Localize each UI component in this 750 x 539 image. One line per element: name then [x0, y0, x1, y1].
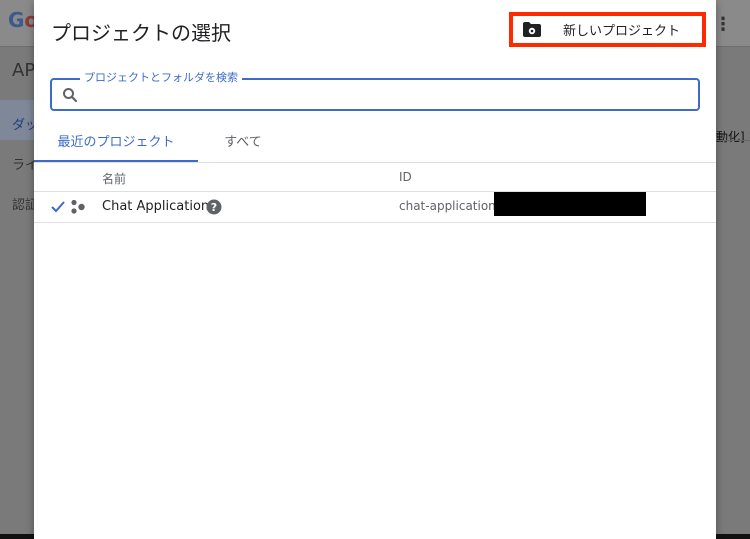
new-project-button[interactable]: 新しいプロジェクト	[509, 12, 706, 47]
background-page-title: AP	[12, 60, 36, 81]
search-icon	[62, 87, 78, 103]
project-id: chat-application-	[399, 199, 501, 213]
new-project-label: 新しいプロジェクト	[563, 24, 681, 39]
table-row[interactable]: Chat Application ? chat-application-	[34, 192, 716, 223]
svg-text:?: ?	[211, 201, 217, 214]
project-icon	[70, 199, 86, 219]
tab-all[interactable]: すべて	[210, 124, 276, 162]
tab-bar: 最近のプロジェクト すべて	[34, 124, 716, 163]
help-icon[interactable]: ?	[206, 199, 222, 219]
tab-recent-projects[interactable]: 最近のプロジェクト	[34, 124, 198, 162]
background-divider	[716, 140, 750, 141]
search-input[interactable]	[86, 84, 690, 108]
column-header-id: ID	[399, 170, 412, 184]
check-icon	[50, 199, 66, 218]
dialog-title: プロジェクトの選択	[51, 21, 231, 45]
table-header: 名前 ID	[34, 163, 716, 192]
column-header-name: 名前	[102, 172, 127, 186]
search-legend: プロジェクトとフォルダを検索	[80, 69, 242, 85]
project-picker-dialog: プロジェクトの選択 新しいプロジェクト プロジェクトとフォルダを検索 最近のプロ…	[34, 0, 716, 539]
background-right-text: 動化] を	[716, 130, 750, 144]
new-folder-icon	[523, 22, 541, 38]
redacted-block	[494, 192, 646, 216]
more-vert-icon[interactable]: ⋮	[714, 14, 732, 35]
search-field[interactable]: プロジェクトとフォルダを検索	[50, 69, 700, 111]
project-name[interactable]: Chat Application	[102, 199, 209, 214]
